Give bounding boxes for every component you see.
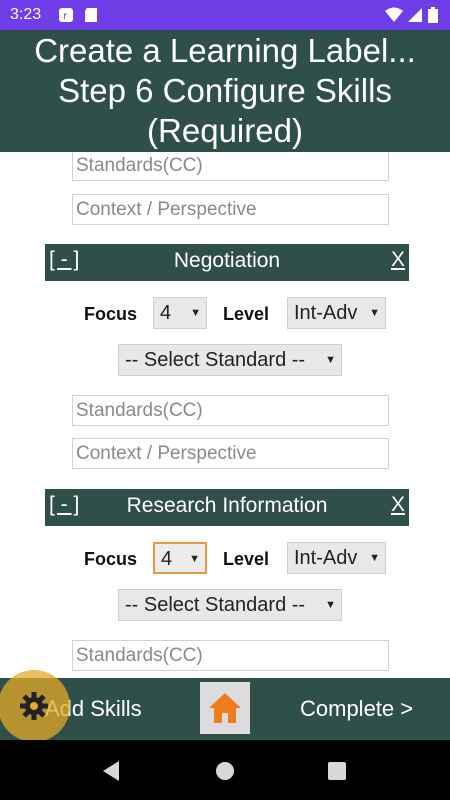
focus-value: 4 <box>161 548 173 570</box>
level-value: Int-Adv <box>294 547 358 569</box>
level-select[interactable]: Int-Adv ▼ <box>287 542 386 574</box>
skill-header-research-information: Research Information [ - ] X <box>45 489 409 526</box>
level-label: Level <box>223 304 270 324</box>
standard-select[interactable]: -- Select Standard -- ▼ <box>118 344 342 376</box>
recents-icon[interactable] <box>328 762 346 780</box>
skill-header-negotiation: Negotiation [ - ] X <box>45 244 409 281</box>
dropdown-arrow-icon: ▼ <box>325 354 336 366</box>
focus-value: 4 <box>160 302 172 324</box>
back-icon[interactable] <box>101 760 121 782</box>
complete-button[interactable]: Complete > <box>300 696 413 722</box>
standard-select-value: -- Select Standard -- <box>125 349 306 371</box>
standards-field[interactable]: Standards(CC) <box>72 640 389 671</box>
level-select[interactable]: Int-Adv ▼ <box>287 297 386 329</box>
dropdown-arrow-icon: ▼ <box>369 552 380 564</box>
home-button[interactable] <box>200 682 250 734</box>
title-line-3: (Required) <box>147 112 303 149</box>
remove-skill-button[interactable]: X <box>391 248 405 272</box>
focus-label: Focus <box>84 549 138 569</box>
standards-field[interactable]: Standards(CC) <box>72 152 389 181</box>
focus-label: Focus <box>84 304 138 324</box>
system-nav-bar <box>0 740 450 800</box>
skill-name: Research Information <box>126 494 328 517</box>
title-line-2: Step 6 Configure Skills <box>58 72 392 109</box>
collapse-toggle[interactable]: [ - ] <box>49 493 79 517</box>
collapse-toggle[interactable]: [ - ] <box>49 248 79 272</box>
gear-icon <box>20 692 48 720</box>
skills-scroll-area[interactable]: Standards(CC) Context / Perspective Nego… <box>0 152 450 678</box>
battery-icon <box>428 7 438 28</box>
dropdown-arrow-icon: ▼ <box>190 307 201 319</box>
standard-select-value: -- Select Standard -- <box>125 594 306 616</box>
dropdown-arrow-icon: ▼ <box>369 307 380 319</box>
focus-select[interactable]: 4 ▼ <box>153 297 207 329</box>
skill-name: Negotiation <box>173 249 281 272</box>
home-icon <box>209 693 241 723</box>
title-line-1: Create a Learning Label... <box>34 32 416 69</box>
home-nav-icon[interactable] <box>215 761 235 781</box>
signal-icon <box>408 7 422 28</box>
standards-field[interactable]: Standards(CC) <box>72 395 389 426</box>
sd-card-icon <box>84 7 98 28</box>
standard-select[interactable]: -- Select Standard -- ▼ <box>118 589 342 621</box>
dropdown-arrow-icon: ▼ <box>189 553 200 565</box>
level-value: Int-Adv <box>294 302 358 324</box>
status-bar: 3:23 r <box>0 0 450 30</box>
page-title: Create a Learning Label... Step 6 Config… <box>0 30 450 152</box>
settings-fab[interactable] <box>0 670 70 742</box>
wifi-icon <box>385 7 403 28</box>
remove-skill-button[interactable]: X <box>391 493 405 517</box>
notification-icon: r <box>58 7 74 28</box>
focus-select[interactable]: 4 ▼ <box>153 542 207 574</box>
context-field[interactable]: Context / Perspective <box>72 438 389 469</box>
dropdown-arrow-icon: ▼ <box>325 599 336 611</box>
context-field[interactable]: Context / Perspective <box>72 194 389 225</box>
level-label: Level <box>223 549 270 569</box>
status-time: 3:23 <box>10 6 42 23</box>
